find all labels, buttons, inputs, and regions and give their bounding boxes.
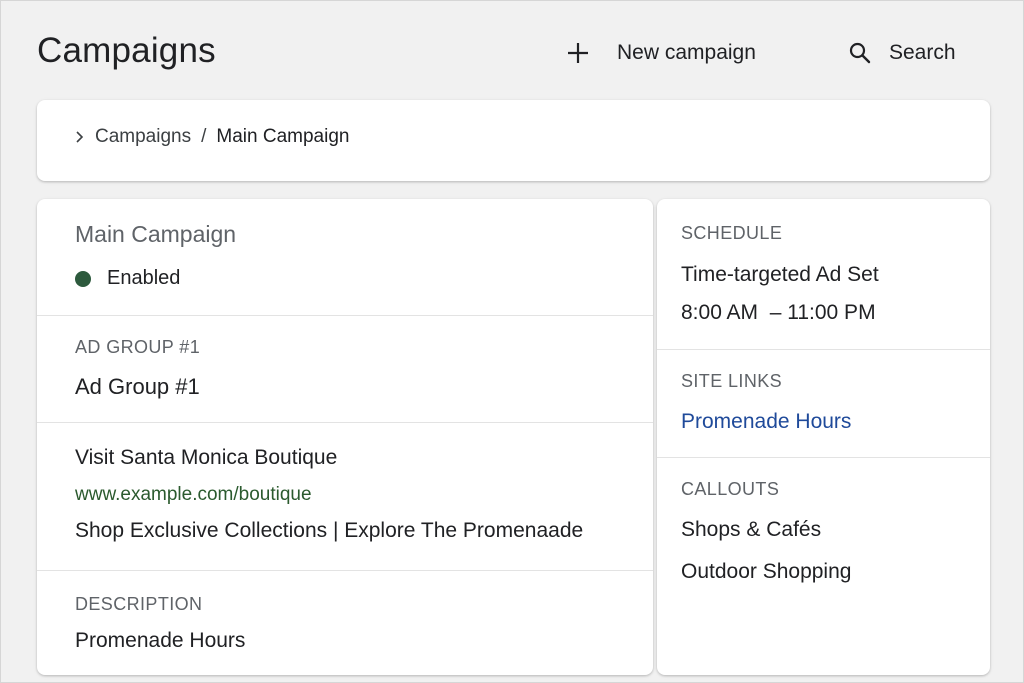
new-campaign-label: New campaign — [617, 41, 756, 64]
ad-preview-section[interactable]: Visit Santa Monica Boutique www.example.… — [37, 423, 653, 571]
breadcrumb-current: Main Campaign — [216, 126, 350, 147]
callout-item: Shops & Cafés — [681, 518, 822, 541]
site-links-label: SITE LINKS — [681, 371, 783, 391]
schedule-label: SCHEDULE — [681, 223, 783, 243]
ad-extensions-card: SCHEDULE Time-targeted Ad Set 8:00 AM – … — [657, 199, 990, 675]
breadcrumb: Campaigns / Main Campaign — [75, 126, 349, 148]
status-dot-icon — [75, 270, 91, 287]
ad-group-name: Ad Group #1 — [75, 374, 200, 399]
app-window: Campaigns New campaign Search Campaigns … — [0, 0, 1024, 683]
new-campaign-button[interactable]: New campaign — [565, 37, 756, 69]
schedule-name: Time-targeted Ad Set — [681, 263, 879, 286]
breadcrumb-campaigns-link[interactable]: Campaigns — [95, 126, 191, 148]
schedule-time-range: 8:00 AM – 11:00 PM — [681, 301, 876, 324]
site-links-section: SITE LINKS Promenade Hours — [657, 350, 990, 458]
ad-headline: Visit Santa Monica Boutique — [75, 446, 338, 469]
campaign-details-card: Main Campaign Enabled AD GROUP #1 Ad Gro… — [37, 199, 653, 675]
search-label: Search — [889, 41, 956, 64]
description-section[interactable]: DESCRIPTION Promenade Hours — [37, 571, 653, 675]
plus-icon — [565, 40, 591, 66]
campaign-name: Main Campaign — [75, 221, 237, 247]
description-label: DESCRIPTION — [75, 594, 203, 614]
chevron-right-icon — [75, 130, 87, 144]
description-value: Promenade Hours — [75, 629, 246, 652]
schedule-section[interactable]: SCHEDULE Time-targeted Ad Set 8:00 AM – … — [657, 199, 990, 350]
breadcrumb-card: Campaigns / Main Campaign — [37, 100, 990, 181]
callout-item: Outdoor Shopping — [681, 560, 852, 583]
site-link-item[interactable]: Promenade Hours — [681, 410, 851, 434]
ad-display-url: www.example.com/boutique — [75, 484, 312, 505]
search-icon — [847, 40, 873, 66]
callouts-label: CALLOUTS — [681, 479, 780, 499]
status-text: Enabled — [107, 267, 181, 289]
ad-headline-2: Shop Exclusive Collections | Explore The… — [75, 519, 584, 542]
campaign-summary-section: Main Campaign Enabled — [37, 199, 653, 316]
page-title: Campaigns — [37, 31, 216, 70]
page-header: Campaigns New campaign Search — [37, 29, 997, 77]
breadcrumb-separator: / — [201, 126, 207, 147]
ad-group-label: AD GROUP #1 — [75, 337, 201, 357]
search-button[interactable]: Search — [847, 37, 956, 69]
callouts-section[interactable]: CALLOUTS Shops & Cafés Outdoor Shopping — [657, 458, 990, 675]
ad-group-section[interactable]: AD GROUP #1 Ad Group #1 — [37, 316, 653, 423]
status-badge: Enabled — [75, 267, 180, 290]
